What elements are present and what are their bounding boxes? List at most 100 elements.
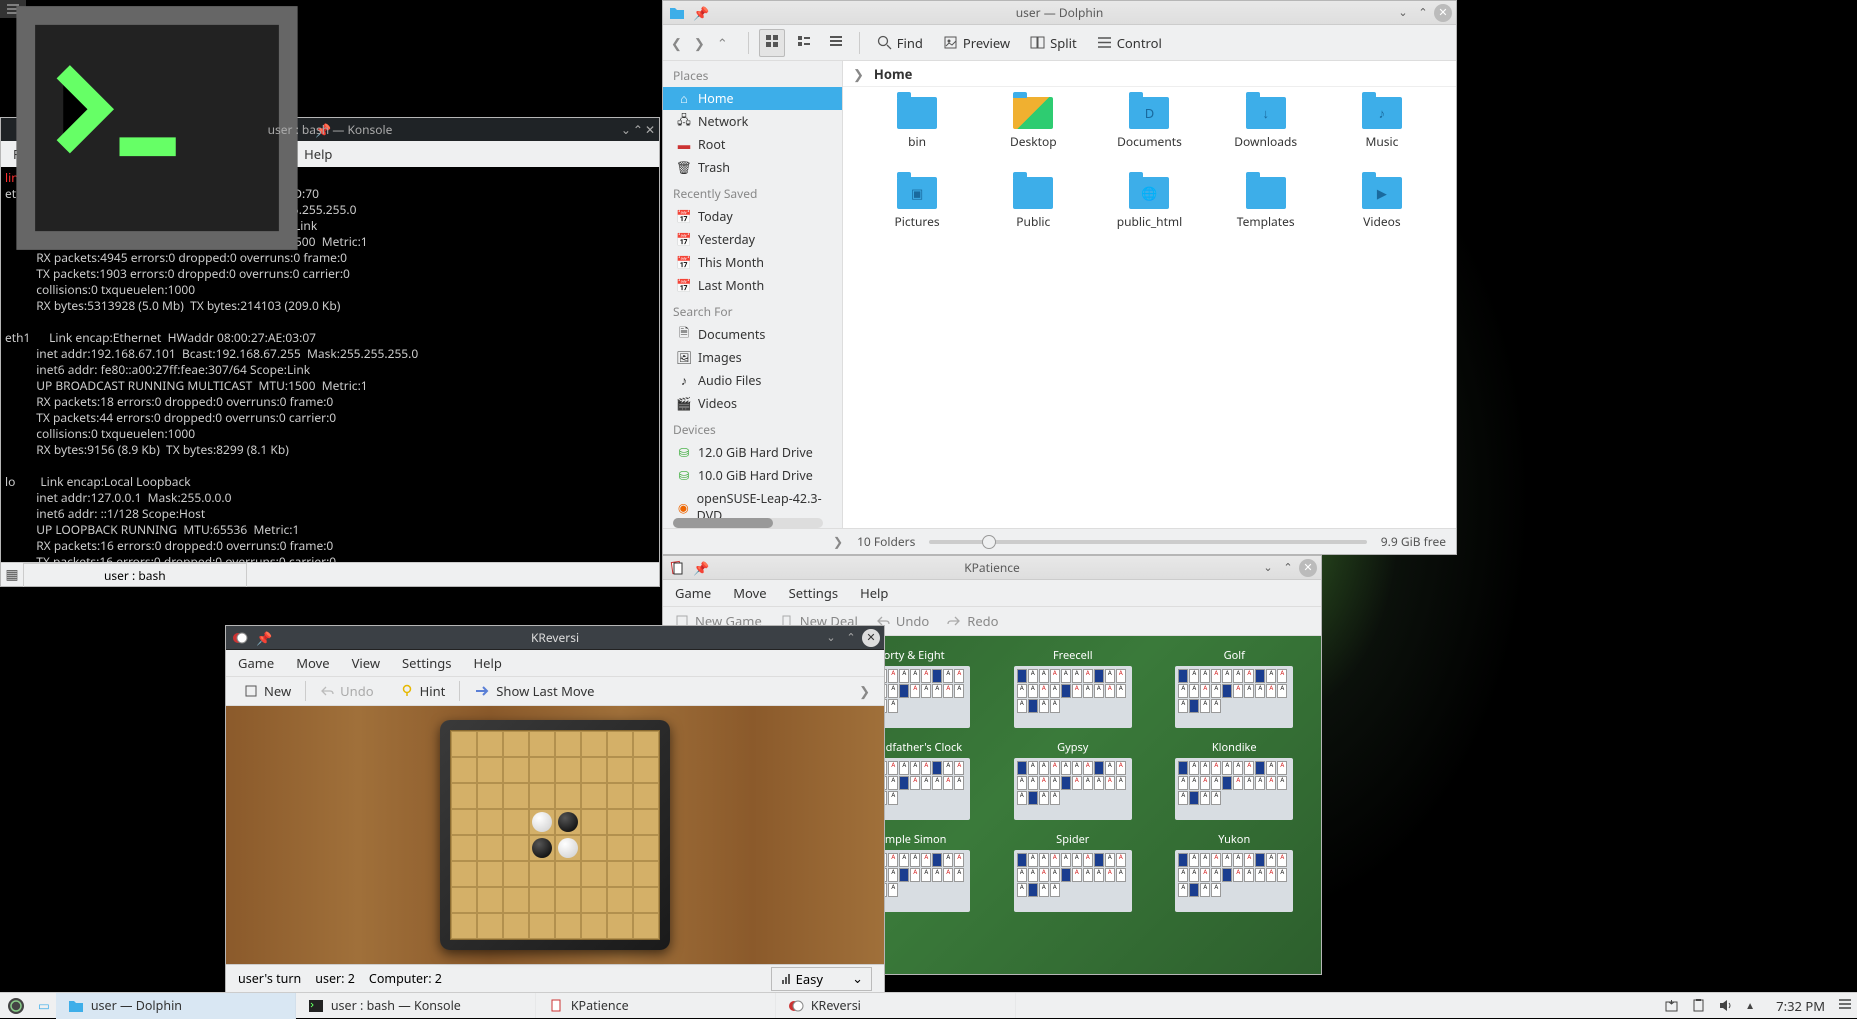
file-item[interactable]: ▣Pictures <box>859 177 975 247</box>
redo-button[interactable]: Redo <box>947 612 998 630</box>
pin-icon[interactable]: 📌 <box>693 559 709 577</box>
board-cell[interactable] <box>555 913 581 939</box>
menu-view[interactable]: View <box>352 654 380 672</box>
board-cell[interactable] <box>477 835 503 861</box>
sidebar-item-network[interactable]: 🖧Network <box>663 110 842 133</box>
maximize-button[interactable]: ⌃ <box>1414 4 1432 22</box>
board-cell[interactable] <box>503 731 529 757</box>
reversi-board[interactable] <box>450 730 660 940</box>
show-last-move-button[interactable]: Show Last Move <box>462 679 606 703</box>
sidebar-item-drive1[interactable]: ⛁12.0 GiB Hard Drive <box>663 441 842 464</box>
board-cell[interactable] <box>633 835 659 861</box>
board-cell[interactable] <box>451 731 477 757</box>
sidebar-item-today[interactable]: 📅Today <box>663 205 842 228</box>
board-cell[interactable] <box>503 887 529 913</box>
file-item[interactable]: bin <box>859 97 975 167</box>
board-cell[interactable] <box>451 783 477 809</box>
kreversi-titlebar[interactable]: 📌 KReversi ⌄ ⌃ ✕ <box>226 626 884 650</box>
sidebar-item-thismonth[interactable]: 📅This Month <box>663 251 842 274</box>
board-cell[interactable] <box>451 835 477 861</box>
sidebar-item-home[interactable]: ⌂Home <box>663 87 842 110</box>
new-tab-button[interactable]: ▦ <box>1 565 23 584</box>
minimize-button[interactable]: ⌄ <box>1394 4 1412 22</box>
menu-move[interactable]: Move <box>296 654 329 672</box>
board-cell[interactable] <box>633 809 659 835</box>
menu-help[interactable]: Help <box>474 654 502 672</box>
menu-settings[interactable]: Settings <box>402 654 451 672</box>
board-cell[interactable] <box>633 783 659 809</box>
show-desktop-button[interactable]: ▭ <box>32 997 56 1014</box>
close-button[interactable]: ✕ <box>1434 4 1452 22</box>
board-cell[interactable] <box>451 809 477 835</box>
board-cell[interactable] <box>477 887 503 913</box>
board-cell[interactable] <box>503 913 529 939</box>
undo-button[interactable]: Undo <box>308 679 385 703</box>
sidebar-item-yesterday[interactable]: 📅Yesterday <box>663 228 842 251</box>
file-item[interactable]: ↓Downloads <box>1208 97 1324 167</box>
close-button[interactable]: ✕ <box>862 629 880 647</box>
game-tile[interactable]: GypsyAAAAAAAAAAAAAAAAAAAA <box>998 740 1148 820</box>
clock[interactable]: 7:32 PM <box>1768 997 1833 1015</box>
kpatience-titlebar[interactable]: 📌 KPatience ⌄ ⌃ ✕ <box>663 556 1321 580</box>
up-button[interactable]: ⌃ <box>717 34 728 52</box>
dolphin-titlebar[interactable]: 📌 user — Dolphin ⌄ ⌃ ✕ <box>663 1 1456 25</box>
minimize-button[interactable]: ⌄ <box>621 121 631 138</box>
compact-view-button[interactable] <box>791 29 817 57</box>
file-item[interactable]: Templates <box>1208 177 1324 247</box>
board-cell[interactable] <box>503 809 529 835</box>
updates-icon[interactable] <box>1664 998 1679 1013</box>
file-item[interactable]: 🌐public_html <box>1091 177 1207 247</box>
close-button[interactable]: ✕ <box>645 121 655 138</box>
game-tile[interactable]: SpiderAAAAAAAAAAAAAAAAAAAA <box>998 832 1148 912</box>
board-cell[interactable] <box>633 913 659 939</box>
minimize-button[interactable]: ⌄ <box>1259 559 1277 577</box>
hint-button[interactable]: Hint <box>388 679 458 703</box>
board-cell[interactable] <box>581 861 607 887</box>
board-cell[interactable] <box>477 913 503 939</box>
konsole-titlebar[interactable]: 📌 user : bash — Konsole ⌄ ⌃ ✕ <box>1 118 659 141</box>
back-button[interactable]: ❮ <box>671 34 682 52</box>
breadcrumb[interactable]: ❯ Home <box>843 61 1456 87</box>
board-cell[interactable] <box>451 913 477 939</box>
horizontal-scrollbar[interactable] <box>673 518 823 528</box>
taskbar-task[interactable]: user — Dolphin <box>56 993 296 1019</box>
file-item[interactable]: Public <box>975 177 1091 247</box>
board-cell[interactable] <box>529 887 555 913</box>
game-tile[interactable]: GolfAAAAAAAAAAAAAAAAAAAA <box>1160 648 1310 728</box>
game-tile[interactable]: YukonAAAAAAAAAAAAAAAAAAAA <box>1160 832 1310 912</box>
board-cell[interactable] <box>529 913 555 939</box>
game-tile[interactable]: FreecellAAAAAAAAAAAAAAAAAAAA <box>998 648 1148 728</box>
pin-icon[interactable]: 📌 <box>693 4 709 22</box>
game-tile[interactable]: KlondikeAAAAAAAAAAAAAAAAAAAA <box>1160 740 1310 820</box>
board-cell[interactable] <box>581 809 607 835</box>
board-cell[interactable] <box>555 783 581 809</box>
sidebar-item-drive2[interactable]: ⛁10.0 GiB Hard Drive <box>663 464 842 487</box>
board-cell[interactable] <box>607 731 633 757</box>
menu-settings[interactable]: Settings <box>789 584 838 602</box>
board-cell[interactable] <box>503 783 529 809</box>
board-cell[interactable] <box>607 887 633 913</box>
board-cell[interactable] <box>633 861 659 887</box>
board-cell[interactable] <box>477 861 503 887</box>
board-cell[interactable] <box>451 887 477 913</box>
taskbar-task[interactable]: KPatience <box>536 993 776 1019</box>
file-item[interactable]: Desktop <box>975 97 1091 167</box>
board-cell[interactable] <box>529 783 555 809</box>
terminal-tab[interactable]: user : bash <box>23 563 247 587</box>
difficulty-combo[interactable]: Easy <box>771 967 872 991</box>
board-cell[interactable] <box>607 835 633 861</box>
board-cell[interactable] <box>529 861 555 887</box>
sidebar-item-root[interactable]: ▬Root <box>663 133 842 156</box>
expand-toolbar-button[interactable]: ❯ <box>851 682 878 700</box>
board-cell[interactable] <box>503 861 529 887</box>
menu-game[interactable]: Game <box>238 654 274 672</box>
board-cell[interactable] <box>503 835 529 861</box>
new-button[interactable]: New <box>232 679 303 703</box>
board-cell[interactable] <box>477 757 503 783</box>
board-cell[interactable] <box>477 809 503 835</box>
board-cell[interactable] <box>555 731 581 757</box>
preview-button[interactable]: Preview <box>936 31 1017 55</box>
sidebar-item-trash[interactable]: 🗑Trash <box>663 156 842 179</box>
board-cell[interactable] <box>555 809 581 835</box>
file-item[interactable]: ♪Music <box>1324 97 1440 167</box>
